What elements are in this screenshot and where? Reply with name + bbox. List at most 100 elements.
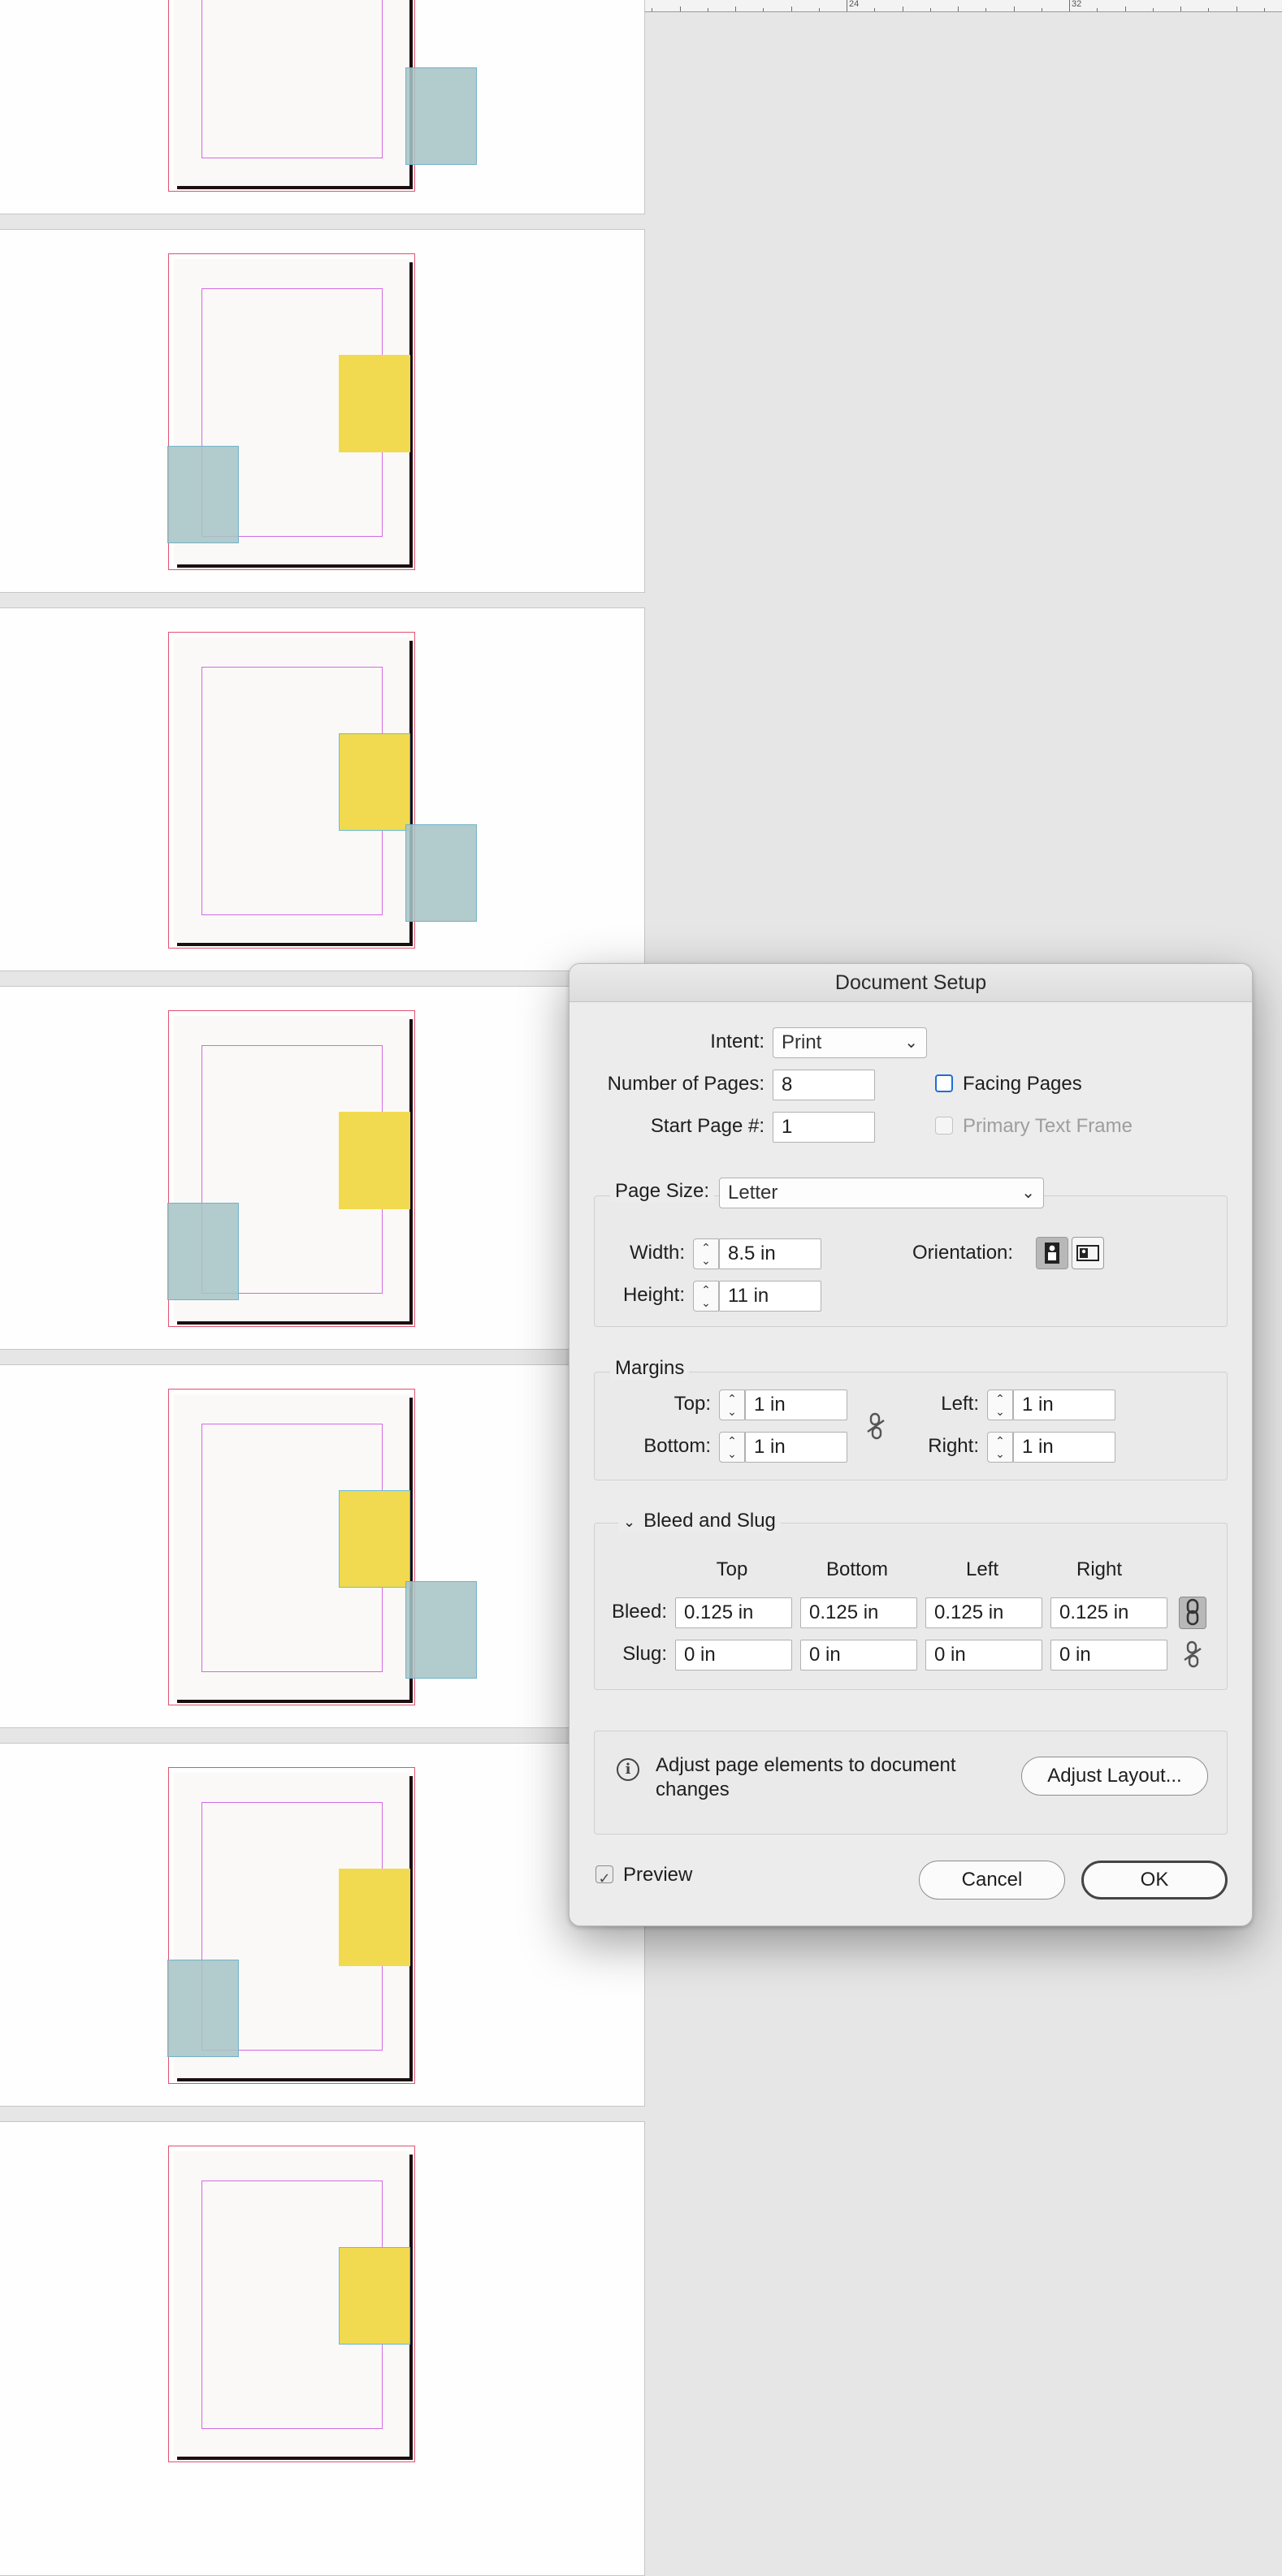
start-page-input[interactable] [773, 1112, 875, 1143]
margin-guide [201, 0, 383, 158]
adjust-layout-button[interactable]: Adjust Layout... [1021, 1757, 1208, 1796]
page-spread [0, 229, 645, 593]
margin-right-label: Right: [928, 1435, 979, 1457]
ruler-label: 32 [1072, 0, 1082, 9]
bleed-slug-disclosure[interactable]: ⌄ Bleed and Slug [618, 1510, 781, 1532]
height-label: Height: [622, 1284, 685, 1306]
intent-select[interactable]: Print ⌄ [773, 1027, 927, 1058]
teal-rectangle-frame[interactable] [405, 824, 477, 922]
slug-bottom-input[interactable] [800, 1640, 917, 1671]
document-page[interactable] [167, 1767, 415, 2084]
bleed-right-input[interactable] [1050, 1597, 1167, 1628]
page-spread [0, 1743, 645, 2107]
chevron-down-icon: ⌄ [1021, 1184, 1035, 1202]
teal-rectangle-frame[interactable] [167, 1203, 239, 1300]
chevron-down-icon: ⌄ [623, 1514, 636, 1530]
column-header-top: Top [716, 1558, 748, 1580]
bleed-slug-title: Bleed and Slug [643, 1510, 776, 1532]
width-input[interactable] [719, 1238, 821, 1269]
document-page[interactable] [168, 2146, 415, 2462]
landscape-orientation-button[interactable] [1072, 1237, 1104, 1269]
slug-right-input[interactable] [1050, 1640, 1167, 1671]
ruler-tick [1069, 0, 1070, 11]
intent-label: Intent: [710, 1031, 764, 1052]
page-spread [0, 0, 645, 214]
facing-pages-label: Facing Pages [963, 1073, 1082, 1095]
preview-label: Preview [623, 1864, 693, 1886]
bleed-top-input[interactable] [675, 1597, 792, 1628]
cancel-button[interactable]: Cancel [919, 1861, 1065, 1900]
height-input[interactable] [719, 1281, 821, 1312]
page-size-label: Page Size: [610, 1180, 715, 1203]
margin-right-stepper[interactable]: ⌃ ⌄ [987, 1432, 1013, 1463]
teal-rectangle-frame[interactable] [405, 67, 477, 165]
teal-rectangle-frame[interactable] [405, 1581, 477, 1679]
margin-bottom-input[interactable] [745, 1432, 847, 1463]
adjust-description-line-1: Adjust page elements to document [656, 1754, 956, 1776]
margins-group [594, 1372, 1228, 1480]
yellow-rectangle-frame[interactable] [339, 1112, 410, 1209]
page-size-select[interactable]: Letter ⌄ [719, 1178, 1044, 1208]
portrait-orientation-button[interactable] [1036, 1237, 1068, 1269]
margin-top-label: Top: [673, 1393, 711, 1415]
facing-pages-checkbox[interactable] [935, 1074, 953, 1092]
document-page[interactable] [167, 253, 415, 570]
margin-top-input[interactable] [745, 1390, 847, 1420]
page-spread [0, 1364, 645, 1728]
adjust-description-line-2: changes [656, 1779, 730, 1800]
document-setup-dialog: Document Setup Intent: Print ⌄ Number of… [569, 963, 1253, 1926]
margins-title: Margins [610, 1357, 690, 1380]
chevron-down-icon: ⌄ [904, 1034, 918, 1052]
margin-bottom-stepper[interactable]: ⌃ ⌄ [719, 1432, 745, 1463]
yellow-rectangle-frame[interactable] [339, 355, 410, 452]
bleed-link-button[interactable] [1179, 1597, 1206, 1629]
chain-link-icon [1186, 1598, 1199, 1626]
landscape-orientation-icon [1076, 1245, 1099, 1261]
number-of-pages-label: Number of Pages: [607, 1073, 764, 1095]
orientation-label: Orientation: [912, 1242, 1014, 1264]
margins-link-button[interactable] [862, 1411, 890, 1443]
yellow-rectangle-frame[interactable] [339, 1490, 410, 1588]
ruler-label: 24 [849, 0, 860, 9]
yellow-rectangle-frame[interactable] [339, 733, 410, 831]
document-page[interactable] [168, 0, 477, 192]
slug-left-input[interactable] [925, 1640, 1042, 1671]
margin-left-stepper[interactable]: ⌃ ⌄ [987, 1390, 1013, 1420]
bleed-label: Bleed: [611, 1601, 667, 1623]
height-stepper[interactable]: ⌃ ⌄ [693, 1281, 719, 1312]
teal-rectangle-frame[interactable] [167, 1960, 239, 2057]
column-header-left: Left [965, 1558, 999, 1580]
bleed-bottom-input[interactable] [800, 1597, 917, 1628]
primary-text-frame-label: Primary Text Frame [963, 1115, 1133, 1137]
slug-link-button[interactable] [1179, 1639, 1206, 1671]
teal-rectangle-frame[interactable] [167, 446, 239, 543]
column-header-bottom: Bottom [825, 1558, 889, 1580]
margin-bottom-label: Bottom: [643, 1435, 711, 1457]
margin-right-input[interactable] [1013, 1432, 1115, 1463]
margin-top-stepper[interactable]: ⌃ ⌄ [719, 1390, 745, 1420]
page-spread [0, 607, 645, 971]
primary-text-frame-checkbox[interactable] [935, 1117, 953, 1135]
width-label: Width: [629, 1242, 685, 1264]
bleed-left-input[interactable] [925, 1597, 1042, 1628]
ok-button[interactable]: OK [1081, 1861, 1228, 1900]
page-size-select-value: Letter [728, 1182, 778, 1204]
start-page-label: Start Page #: [650, 1115, 764, 1137]
preview-checkbox[interactable]: ✓ [596, 1865, 613, 1887]
slug-top-input[interactable] [675, 1640, 792, 1671]
margin-left-input[interactable] [1013, 1390, 1115, 1420]
slug-label: Slug: [622, 1643, 667, 1665]
dialog-title[interactable]: Document Setup [570, 964, 1252, 1002]
yellow-rectangle-frame[interactable] [339, 1869, 410, 1966]
intent-select-value: Print [782, 1031, 822, 1053]
document-page[interactable] [168, 632, 477, 949]
broken-link-icon [867, 1412, 885, 1440]
width-stepper[interactable]: ⌃ ⌄ [693, 1238, 719, 1269]
yellow-rectangle-frame[interactable] [339, 2247, 410, 2345]
number-of-pages-input[interactable] [773, 1070, 875, 1100]
document-page[interactable] [168, 1389, 477, 1705]
adjust-description: Adjust page elements to document changes [656, 1753, 956, 1802]
broken-link-icon [1184, 1640, 1202, 1668]
document-page[interactable] [167, 1010, 415, 1327]
portrait-orientation-icon [1045, 1243, 1059, 1264]
